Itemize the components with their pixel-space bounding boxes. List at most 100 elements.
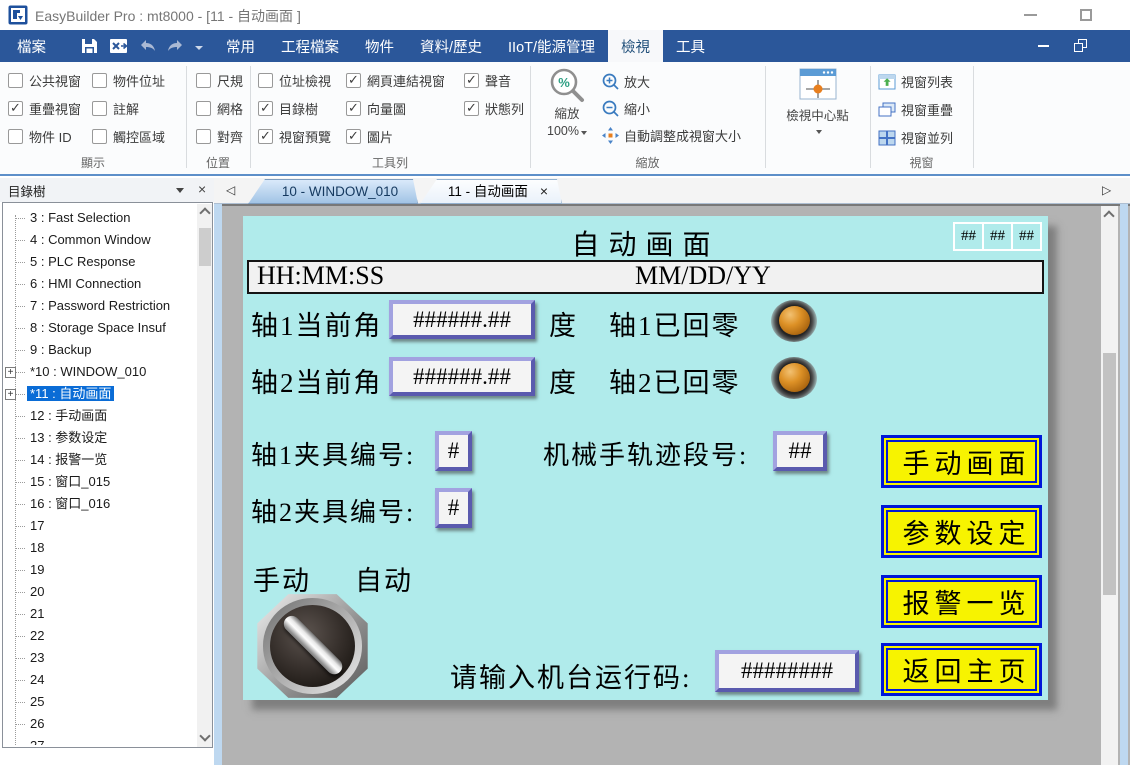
checkbox-grid[interactable]: 網格 [196,98,243,118]
canvas-vertical-scrollbar[interactable] [1101,206,1118,765]
numeric-display[interactable]: ## [1011,222,1042,251]
checkbox-object-id[interactable]: 物件 ID [8,126,72,146]
undo-icon[interactable] [139,39,156,53]
tree-item-19[interactable]: 19 [3,559,194,581]
tab-tool[interactable]: 工具 [663,30,718,62]
tree-item-27[interactable]: 27 [3,735,194,745]
checkbox-vector-image[interactable]: 向量圖 [346,98,406,118]
expand-icon[interactable] [5,367,16,378]
numeric-display-track-segment[interactable]: ## [773,431,827,471]
button-alarm-list[interactable]: 报警一览 [881,575,1042,628]
window-tile-button[interactable]: 視窗並列 [878,128,953,147]
doc-tab-auto-screen[interactable]: 11 - 自动画面× [420,179,562,204]
checkbox-address-view[interactable]: 位址檢視 [258,70,331,90]
checkbox-web-link-window[interactable]: 網頁連結視窗 [346,70,445,90]
button-manual-screen[interactable]: 手动画面 [881,435,1042,488]
button-return-home[interactable]: 返回主页 [881,643,1042,696]
numeric-display[interactable]: ## [953,222,984,251]
hmi-screen-window-11[interactable]: 自动画面 ## ## ## HH:MM:SS MM/DD/YY 轴1当前角 ##… [243,216,1048,700]
tab-close-icon[interactable]: × [540,183,548,199]
zoom-out-button[interactable]: 縮小 [602,99,650,118]
button-parameter-settings[interactable]: 参数设定 [881,505,1042,558]
tree-item-22[interactable]: 22 [3,625,194,647]
numeric-display-axis1-angle[interactable]: ######.## [389,300,535,339]
scrollbar-thumb[interactable] [199,228,211,266]
led-axis1-homed[interactable] [771,300,817,342]
tree-item-25[interactable]: 25 [3,691,194,713]
tab-object[interactable]: 物件 [352,30,407,62]
checkbox-object-address[interactable]: 物件位址 [92,70,165,90]
tree-item-23[interactable]: 23 [3,647,194,669]
window-cascade-button[interactable]: 視窗重疊 [878,100,953,119]
tree-item-21[interactable]: 21 [3,603,194,625]
checkbox-sound[interactable]: 聲音 [464,70,511,90]
minimize-button[interactable] [1024,14,1037,16]
tab-view[interactable]: 檢視 [608,30,663,62]
checkbox-status-bar[interactable]: 狀態列 [464,98,524,118]
tree-item-24[interactable]: 24 [3,669,194,691]
window-list-button[interactable]: 視窗列表 [878,72,953,91]
panel-dropdown-icon[interactable] [176,188,184,193]
numeric-display-axis1-clamp[interactable]: # [435,431,472,471]
tree-item-6[interactable]: 6 : HMI Connection [3,273,194,295]
tree-item-18[interactable]: 18 [3,537,194,559]
checkbox-window-preview[interactable]: 視窗預覽 [258,126,331,146]
rotary-switch-manual-auto[interactable] [255,592,370,700]
tree-item-3[interactable]: 3 : Fast Selection [3,207,194,229]
tree-item-5[interactable]: 5 : PLC Response [3,251,194,273]
tab-scroll-left-icon[interactable]: ◁ [226,183,235,197]
time-date-bar[interactable]: HH:MM:SS MM/DD/YY [247,260,1044,294]
redo-icon[interactable] [167,39,184,53]
tab-data-history[interactable]: 資料/歷史 [407,30,495,62]
checkbox-snap[interactable]: 對齊 [196,126,243,146]
input-run-code[interactable]: ######## [715,650,859,692]
mdi-restore-button[interactable] [1074,39,1088,53]
numeric-display-axis2-angle[interactable]: ######.## [389,357,535,396]
expand-icon[interactable] [5,389,16,400]
tree-item-12[interactable]: 12 : 手动画面 [3,405,194,427]
scroll-up-icon[interactable] [199,207,210,218]
scrollbar-thumb[interactable] [1103,353,1116,595]
checkbox-overlap-window[interactable]: 重疊視窗 [8,98,81,118]
counter-displays[interactable]: ## ## ## [955,222,1042,251]
tree-item-15[interactable]: 15 : 窗口_015 [3,471,194,493]
tab-home[interactable]: 常用 [213,30,268,62]
checkbox-comment[interactable]: 註解 [92,98,139,118]
tree-vertical-scrollbar[interactable] [197,204,213,747]
checkbox-picture[interactable]: 圖片 [346,126,393,146]
tab-scroll-right-icon[interactable]: ▷ [1102,183,1111,197]
fit-to-window-button[interactable]: 自動調整成視窗大小 [602,126,741,145]
zoom-ratio-button[interactable]: % 縮放 100% [538,66,596,140]
tree-item-14[interactable]: 14 : 报警一览 [3,449,194,471]
qat-dropdown-icon[interactable] [195,46,203,50]
tree-item-20[interactable]: 20 [3,581,194,603]
tree-item-16[interactable]: 16 : 窗口_016 [3,493,194,515]
zoom-in-button[interactable]: 放大 [602,72,650,91]
led-axis2-homed[interactable] [771,357,817,399]
tree-item-7[interactable]: 7 : Password Restriction [3,295,194,317]
checkbox-common-window[interactable]: 公共視窗 [8,70,81,90]
tree-item-11[interactable]: *11 : 自动画面 [3,383,194,405]
tree-item-9[interactable]: 9 : Backup [3,339,194,361]
tree-item-13[interactable]: 13 : 参数设定 [3,427,194,449]
numeric-display[interactable]: ## [982,222,1013,251]
tree-item-4[interactable]: 4 : Common Window [3,229,194,251]
tree-item-8[interactable]: 8 : Storage Space Insuf [3,317,194,339]
checkbox-directory-tree[interactable]: 目錄樹 [258,98,318,118]
tab-project[interactable]: 工程檔案 [268,30,352,62]
numeric-display-axis2-clamp[interactable]: # [435,488,472,528]
maximize-button[interactable] [1080,9,1092,21]
tab-iiot-energy[interactable]: IIoT/能源管理 [495,30,608,62]
tree-item-10[interactable]: *10 : WINDOW_010 [3,361,194,383]
scroll-up-icon[interactable] [1103,210,1114,221]
save-icon[interactable] [81,38,98,54]
scroll-down-icon[interactable] [199,730,210,741]
mdi-minimize-button[interactable] [1038,45,1049,47]
file-menu[interactable]: 檔案 [0,30,63,62]
doc-tab-window-010[interactable]: 10 - WINDOW_010 [248,179,418,204]
checkbox-touch-area[interactable]: 觸控區域 [92,126,165,146]
view-center-button[interactable]: 檢視中心點 [769,66,866,134]
compile-icon[interactable] [109,38,128,54]
tree-item-17[interactable]: 17 [3,515,194,537]
checkbox-ruler[interactable]: 尺規 [196,70,243,90]
